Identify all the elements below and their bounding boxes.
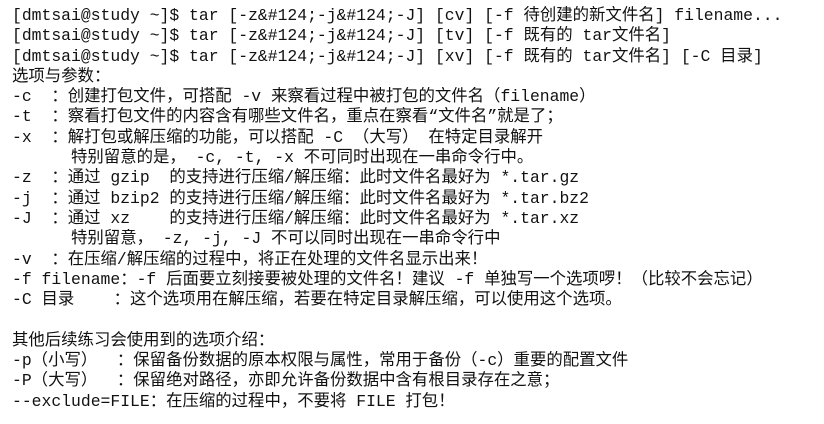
option-zjJ-note: 特别留意， -z, -j, -J 不可以同时出现在一串命令行中 — [12, 229, 501, 249]
option-v: -v ：在压缩/解压缩的过程中，将正在处理的文件名显示出来！ — [12, 249, 488, 269]
options-heading: 选项与参数： — [12, 66, 111, 86]
other-options-heading: 其他后续练习会使用到的选项介绍： — [12, 330, 275, 350]
option-ctx-note: 特别留意的是， -c, -t, -x 不可同时出现在一串命令行中。 — [12, 148, 534, 168]
option-J: -J ：通过 xz 的支持进行压缩/解压缩：此时文件名最好为 *.tar.xz — [12, 208, 580, 228]
option-exclude: --exclude=FILE：在压缩的过程中，不要将 FILE 打包！ — [12, 391, 455, 411]
option-t: -t ：察看打包文件的内容含有哪些文件名，重点在察看“文件名”就是了； — [12, 107, 563, 127]
option-C: -C 目录 ：这个选项用在解压缩，若要在特定目录解压缩，可以使用这个选项。 — [12, 290, 622, 310]
option-j: -j ：通过 bzip2 的支持进行压缩/解压缩：此时文件名最好为 *.tar.… — [12, 188, 589, 208]
option-c: -c ：创建打包文件，可搭配 -v 来察看过程中被打包的文件名（filename… — [12, 87, 596, 107]
option-p-lower: -p（小写） ：保留备份数据的原本权限与属性，常用于备份（-c）重要的配置文件 — [12, 351, 629, 371]
option-z: -z ：通过 gzip 的支持进行压缩/解压缩：此时文件名最好为 *.tar.g… — [12, 168, 580, 188]
option-f: -f filename：-f 后面要立刻接要被处理的文件名！建议 -f 单独写一… — [12, 269, 763, 289]
command-line-create: [dmtsai@study ~]$ tar [-z&#124;-j&#124;-… — [12, 6, 783, 25]
option-P-upper: -P（大写） ：保留绝对路径，亦即允许备份数据中含有根目录存在之意； — [12, 371, 560, 391]
command-line-list: [dmtsai@study ~]$ tar [-z&#124;-j&#124;-… — [12, 26, 671, 46]
option-x: -x ：解打包或解压缩的功能，可以搭配 -C （大写） 在特定目录解开 — [12, 127, 544, 147]
command-line-extract: [dmtsai@study ~]$ tar [-z&#124;-j&#124;-… — [12, 46, 763, 66]
terminal-output: [dmtsai@study ~]$ tar [-z&#124;-j&#124;-… — [12, 6, 820, 412]
